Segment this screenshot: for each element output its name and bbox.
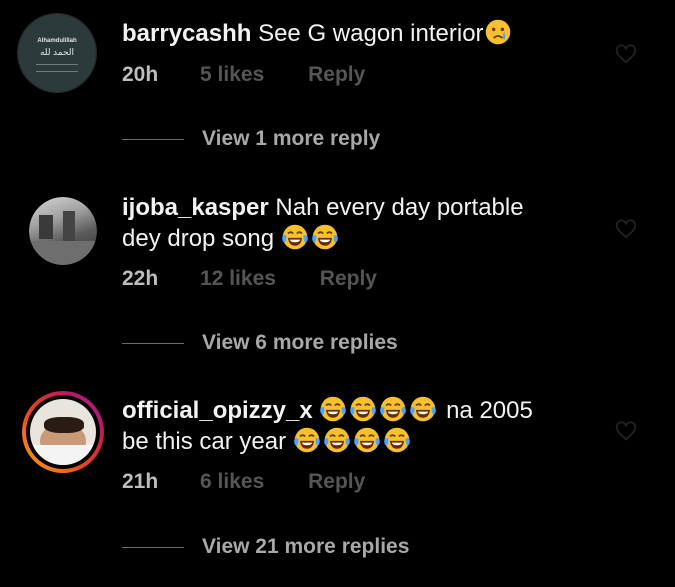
view-more-label[interactable]: View 6 more replies — [202, 331, 398, 355]
avatar-caption: Alhamdulillah — [37, 38, 77, 44]
comment-likes[interactable]: 12 likes — [200, 267, 276, 291]
tears-of-joy-emoji-icon — [323, 426, 351, 454]
tears-of-joy-emoji-icon — [383, 426, 411, 454]
comment-username[interactable]: barrycashh — [122, 20, 251, 47]
comment-username[interactable]: official_opizzy_x — [122, 397, 313, 424]
comment-body-line2: be this car year — [122, 428, 287, 455]
avatar-small-lines — [36, 64, 78, 72]
comment-time: 21h — [122, 470, 159, 493]
comment-meta: 20h 5 likes Reply — [122, 63, 365, 87]
tears-of-joy-emoji-icon — [409, 395, 437, 423]
heart-icon[interactable] — [615, 420, 637, 442]
tears-of-joy-emoji-icon — [379, 395, 407, 423]
divider-line — [122, 342, 184, 344]
comment-time: 22h — [122, 267, 159, 290]
avatar-official-opizzy-x[interactable] — [22, 391, 104, 473]
divider-line — [122, 546, 184, 548]
crying-face-emoji-icon — [484, 18, 512, 46]
tears-of-joy-emoji-icon — [293, 426, 321, 454]
view-more-replies[interactable]: View 21 more replies — [122, 532, 409, 562]
comment-likes[interactable]: 6 likes — [200, 470, 264, 494]
comment-text: ijoba_kasper Nah every day portable dey … — [122, 192, 592, 254]
tears-of-joy-emoji-icon — [311, 223, 339, 251]
tears-of-joy-emoji-icon — [319, 395, 347, 423]
comment-meta: 21h 6 likes Reply — [122, 470, 365, 494]
view-more-label[interactable]: View 21 more replies — [202, 535, 409, 559]
tears-of-joy-emoji-icon — [353, 426, 381, 454]
view-more-replies[interactable]: View 6 more replies — [122, 328, 398, 358]
comment-body: See G wagon interior — [258, 20, 484, 47]
tears-of-joy-emoji-icon — [349, 395, 377, 423]
comment-time: 20h — [122, 63, 159, 86]
heart-icon[interactable] — [615, 218, 637, 240]
comment-body-line1: na 2005 — [446, 397, 533, 424]
reply-button[interactable]: Reply — [320, 267, 377, 291]
avatar-arabic-text: الحمد لله — [39, 47, 75, 57]
comment-body-line2: dey drop song — [122, 225, 275, 252]
comment-text: barrycashh See G wagon interior — [122, 18, 592, 49]
reply-button[interactable]: Reply — [308, 63, 365, 87]
tears-of-joy-emoji-icon — [281, 223, 309, 251]
divider-line — [122, 138, 184, 140]
comment-meta: 22h 12 likes Reply — [122, 267, 377, 291]
view-more-label[interactable]: View 1 more reply — [202, 127, 380, 151]
reply-button[interactable]: Reply — [308, 470, 365, 494]
view-more-replies[interactable]: View 1 more reply — [122, 124, 380, 154]
comment-body-line1: Nah every day portable — [275, 194, 524, 221]
avatar-ijoba-kasper[interactable] — [29, 197, 97, 265]
comment-likes[interactable]: 5 likes — [200, 63, 264, 87]
comment-username[interactable]: ijoba_kasper — [122, 194, 269, 221]
heart-icon[interactable] — [615, 43, 637, 65]
comment-text: official_opizzy_x na 2005 be this car ye… — [122, 395, 592, 457]
avatar-barrycashh[interactable]: Alhamdulillah الحمد لله — [17, 13, 97, 93]
